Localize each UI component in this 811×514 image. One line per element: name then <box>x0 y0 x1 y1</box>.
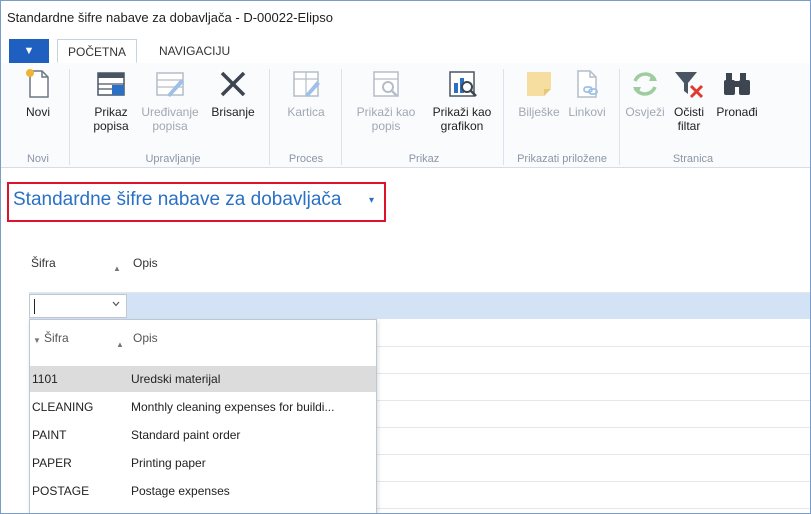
show-as-list-icon <box>373 71 399 97</box>
dropdown-cell-desc: Standard paint order <box>131 428 241 442</box>
card-edit-icon <box>293 71 320 97</box>
dropdown-cell-code: POSTAGE <box>32 484 90 498</box>
group-label-proces: Proces <box>288 153 324 165</box>
selected-grid-row[interactable] <box>29 293 810 319</box>
text-cursor <box>34 299 35 314</box>
links-button-label: Linkovi <box>568 105 606 119</box>
note-icon <box>527 72 551 96</box>
clear-filter-label-line2: filtar <box>677 119 701 133</box>
group-separator <box>69 69 70 165</box>
show-as-chart-label-line2: grafikon <box>440 119 484 133</box>
ribbon: Novi Prikaz popisa Uređivanje popisa Bri… <box>1 63 810 168</box>
notes-button[interactable]: Bilješke <box>513 67 565 119</box>
view-list-button[interactable]: Prikaz popisa <box>85 67 137 133</box>
clear-filter-icon <box>675 72 704 99</box>
lookup-dropdown: ▼ Šifra ▲ Opis 1101 Uredski materijal CL… <box>29 319 377 513</box>
group-separator <box>503 69 504 165</box>
view-list-label-line2: popisa <box>93 119 129 133</box>
column-header-sifra[interactable]: Šifra <box>31 256 56 270</box>
delete-button-label: Brisanje <box>211 105 255 119</box>
links-button[interactable]: Linkovi <box>563 67 611 119</box>
dropdown-cell-desc: Postage expenses <box>131 484 230 498</box>
show-as-list-button[interactable]: Prikaži kao popis <box>351 67 421 133</box>
group-label-upravljanje: Upravljanje <box>145 153 201 165</box>
group-separator <box>341 69 342 165</box>
delete-x-icon <box>220 71 246 97</box>
clear-filter-button[interactable]: Očisti filtar <box>669 67 709 133</box>
dropdown-row[interactable]: POSTAGE Postage expenses <box>30 478 376 504</box>
tab-pocetna[interactable]: POČETNA <box>57 39 138 63</box>
notes-button-label: Bilješke <box>518 105 560 119</box>
dropdown-header-sifra[interactable]: Šifra <box>44 331 69 345</box>
page-title-dropdown-icon[interactable]: ▾ <box>369 195 374 206</box>
find-button-label: Pronađi <box>716 105 758 119</box>
show-as-chart-button[interactable]: Prikaži kao grafikon <box>427 67 497 133</box>
window-title: Standardne šifre nabave za dobavljača - … <box>7 10 333 25</box>
find-button[interactable]: Pronađi <box>711 67 763 119</box>
group-label-stranica: Stranica <box>672 153 714 165</box>
new-button-label: Novi <box>25 105 50 119</box>
new-document-icon <box>26 69 49 98</box>
ribbon-tabbar: ▼ POČETNA NAVIGACIJU <box>1 39 810 64</box>
dropdown-cell-code: PAPER <box>32 456 72 470</box>
show-as-list-label-line2: popis <box>371 119 401 133</box>
edit-list-label-line1: Uređivanje <box>141 105 199 119</box>
card-button[interactable]: Kartica <box>281 67 331 119</box>
dropdown-cell-desc: Monthly cleaning expenses for buildi... <box>131 400 335 414</box>
show-as-chart-icon <box>449 71 477 97</box>
delete-button[interactable]: Brisanje <box>205 67 261 119</box>
sifra-lookup-input[interactable] <box>29 294 127 318</box>
clear-filter-label-line1: Očisti <box>674 105 704 119</box>
show-as-list-label-line1: Prikaži kao <box>356 105 416 119</box>
dropdown-cell-desc: Uredski materijal <box>131 372 221 386</box>
chevron-down-icon[interactable] <box>112 300 120 308</box>
binoculars-icon <box>724 73 750 95</box>
page-title[interactable]: Standardne šifre nabave za dobavljača <box>13 189 342 211</box>
edit-list-label-line2: popisa <box>152 119 188 133</box>
sort-indicator-icon: ▲ <box>116 340 124 349</box>
sort-indicator-icon: ▲ <box>113 264 121 273</box>
new-button[interactable]: Novi <box>15 67 61 119</box>
dropdown-row[interactable]: PAINT Standard paint order <box>30 422 376 448</box>
dropdown-header-opis[interactable]: Opis <box>133 331 158 345</box>
dropdown-cell-code: PAINT <box>32 428 67 442</box>
dropdown-row[interactable]: 1101 Uredski materijal <box>30 366 376 392</box>
group-label-prilozene: Prikazati priložene <box>517 153 607 165</box>
view-list-label-line1: Prikaz <box>94 105 128 119</box>
view-list-icon <box>97 72 125 96</box>
group-label-novi: Novi <box>26 153 49 165</box>
dropdown-row[interactable]: CLEANING Monthly cleaning expenses for b… <box>30 394 376 420</box>
dropdown-cell-desc: Printing paper <box>131 456 206 470</box>
refresh-icon <box>633 72 657 96</box>
dropdown-cell-code: 1101 <box>32 372 58 386</box>
group-separator <box>619 69 620 165</box>
dropdown-row[interactable]: PAPER Printing paper <box>30 450 376 476</box>
show-as-chart-label-line1: Prikaži kao <box>432 105 492 119</box>
edit-list-button[interactable]: Uređivanje popisa <box>137 67 203 133</box>
card-button-label: Kartica <box>287 105 325 119</box>
tab-navigaciju[interactable]: NAVIGACIJU <box>149 39 240 63</box>
edit-list-icon <box>156 72 184 97</box>
refresh-button[interactable]: Osvježi <box>623 67 667 119</box>
column-header-opis[interactable]: Opis <box>133 256 158 270</box>
dropdown-cell-code: CLEANING <box>32 400 94 414</box>
app-window: Standardne šifre nabave za dobavljača - … <box>0 0 811 514</box>
link-document-icon <box>577 70 598 98</box>
filter-indicator-icon: ▼ <box>33 336 41 345</box>
file-menu-button[interactable]: ▼ <box>9 39 49 63</box>
group-separator <box>269 69 270 165</box>
refresh-button-label: Osvježi <box>625 105 665 119</box>
group-label-prikaz: Prikaz <box>408 153 440 165</box>
